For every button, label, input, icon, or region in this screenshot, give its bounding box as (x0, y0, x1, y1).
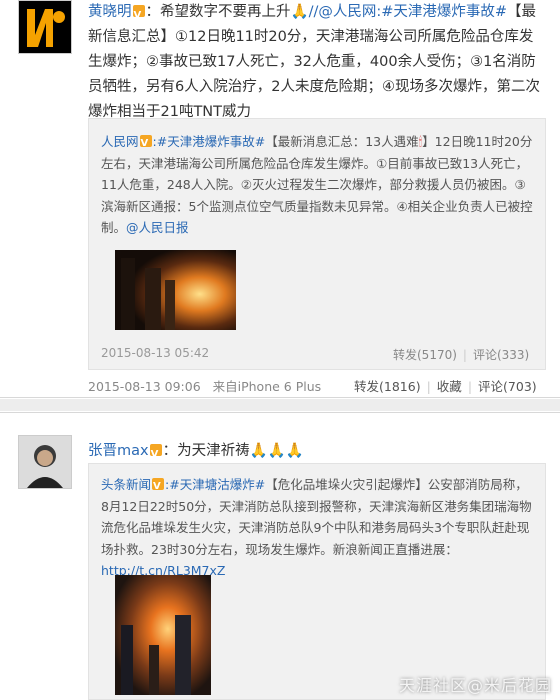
post-text: 张晋max ：为天津祈祷🙏🙏🙏 (88, 439, 546, 467)
weibo-post-1: 黄晓明：希望数字不要再上升🙏//@人民网:#天津港爆炸事故#【最新信息汇总】①1… (0, 0, 560, 398)
comment-button[interactable]: 评论(703) (478, 379, 537, 394)
action-bar: 转发(1816) | 收藏 | 评论(703) (354, 379, 537, 394)
repost-text: 人民网:#天津港爆炸事故#【最新消息汇总：13人遇难🕯】12日晚11时20分左右… (101, 131, 533, 239)
explosion-photo (115, 250, 236, 330)
verified-badge-icon (152, 476, 165, 498)
post-separator (0, 399, 560, 411)
repost-forward-label[interactable]: 转发(5170) (393, 348, 457, 362)
post-body: 【最新信息汇总】①12日晚11时20分，天津港瑞海公司所属危险品仓库发生爆炸；②… (88, 4, 540, 120)
repost-text: 头条新闻:#天津塘沽爆炸#【危化品堆垛火灾引起爆炸】公安部消防局称，8月12日2… (101, 474, 533, 582)
post-footer: 2015-08-13 09:06 来自iPhone 6 Plus 转发(1816… (88, 376, 548, 395)
avatar[interactable] (18, 0, 72, 54)
post-time[interactable]: 2015-08-13 09:06 (88, 379, 201, 394)
author-name[interactable]: 张晋max (88, 443, 149, 459)
praying-hands-icon: 🙏 (290, 4, 309, 20)
repost-comment-label[interactable]: 评论(333) (473, 348, 529, 362)
repost-forward-count[interactable]: 转发(5170) | 评论(333) (393, 346, 529, 363)
repost-author[interactable]: 人民网 (101, 134, 139, 149)
repost-hashtag[interactable]: :#天津塘沽爆炸# (165, 477, 265, 492)
praying-hands-icon: 🙏🙏🙏 (249, 443, 304, 459)
repost-text-a: 【最新消息汇总：13人遇难 (265, 134, 419, 149)
forward-button[interactable]: 转发(1816) (354, 379, 421, 394)
repost-author[interactable]: 头条新闻 (101, 477, 151, 492)
verified-badge-icon (132, 3, 145, 28)
post-source[interactable]: 来自iPhone 6 Plus (213, 379, 322, 394)
repost-box: 人民网:#天津港爆炸事故#【最新消息汇总：13人遇难🕯】12日晚11时20分左右… (88, 118, 546, 370)
explosion-image[interactable] (115, 250, 236, 330)
hashtag-link[interactable]: :#天津港爆炸事故# (376, 4, 507, 20)
verified-badge-icon (139, 133, 152, 155)
repost-box: 头条新闻:#天津塘沽爆炸#【危化品堆垛火灾引起爆炸】公安部消防局称，8月12日2… (88, 463, 546, 700)
verified-badge-icon (149, 442, 162, 467)
author-name[interactable]: 黄晓明 (88, 4, 132, 20)
mention-link[interactable]: @人民日报 (126, 220, 189, 235)
avatar-m-logo-icon (19, 1, 71, 53)
post-intro: ：希望数字不要再上升 (145, 4, 291, 20)
fire-photo (115, 575, 211, 695)
watermark: 天涯社区@米后花园 (398, 676, 552, 695)
repost-time[interactable]: 2015-08-13 05:42 (101, 346, 209, 360)
repost-hashtag[interactable]: :#天津港爆炸事故# (153, 134, 266, 149)
mention-link[interactable]: //@人民网 (309, 4, 377, 20)
avatar-portrait-icon (19, 436, 71, 488)
fire-image[interactable] (115, 575, 211, 695)
collect-button[interactable]: 收藏 (437, 379, 462, 394)
avatar[interactable] (18, 435, 72, 489)
post-intro: ：为天津祈祷 (162, 443, 250, 459)
post-text: 黄晓明 ：希望数字不要再上升🙏//@人民网:#天津港爆炸事故#【最新信息汇总】①1… (88, 0, 546, 125)
